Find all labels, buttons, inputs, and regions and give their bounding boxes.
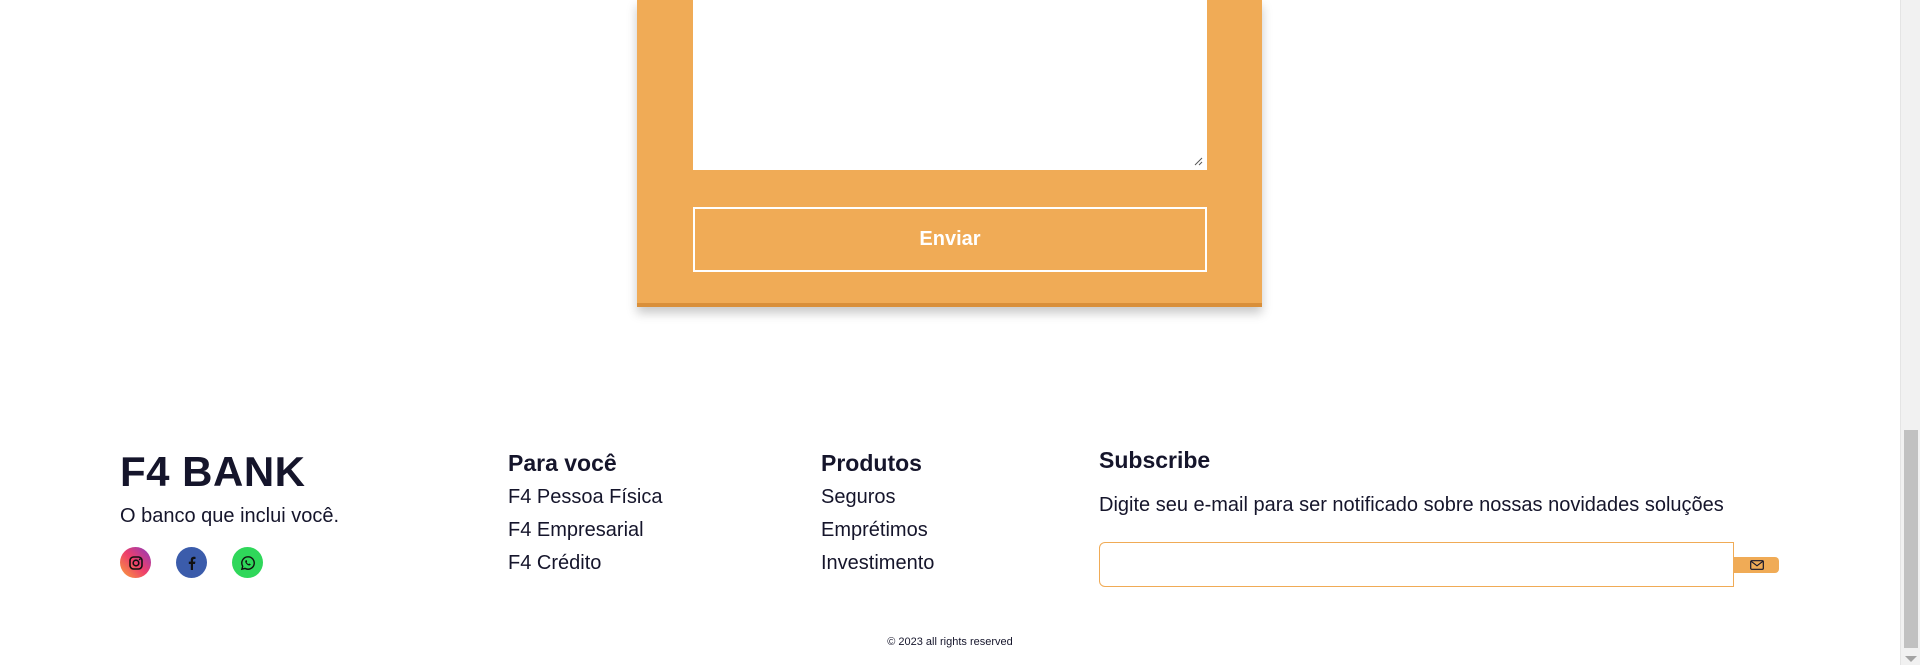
link-f4-pessoa-fisica[interactable]: F4 Pessoa Física <box>508 485 663 509</box>
scrollbar-thumb[interactable] <box>1904 430 1918 648</box>
scroll-down-icon[interactable] <box>1905 656 1917 662</box>
vertical-scrollbar[interactable] <box>1900 0 1920 665</box>
copyright: © 2023 all rights reserved <box>887 636 1013 648</box>
produtos-title: Produtos <box>821 450 922 476</box>
mail-icon <box>1749 559 1764 570</box>
link-emprestimos[interactable]: Emprétimos <box>821 518 934 542</box>
instagram-link[interactable] <box>120 547 151 578</box>
contact-form-card: Enviar <box>637 0 1262 307</box>
subscribe-text: Digite seu e-mail para ser notificado so… <box>1099 494 1724 516</box>
instagram-icon <box>128 555 143 570</box>
para-voce-column: Para você F4 Pessoa Física F4 Empresaria… <box>508 450 663 584</box>
email-input[interactable] <box>1099 542 1734 587</box>
facebook-icon <box>188 556 195 570</box>
send-button[interactable]: Enviar <box>693 207 1207 272</box>
message-textarea[interactable] <box>693 0 1207 170</box>
brand-tagline: O banco que inclui você. <box>120 505 340 527</box>
subscribe-form <box>1099 542 1779 587</box>
facebook-link[interactable] <box>176 547 207 578</box>
para-voce-title: Para você <box>508 450 617 476</box>
produtos-column: Produtos Seguros Emprétimos Investimento <box>821 450 934 584</box>
brand-title: F4 BANK <box>120 448 306 495</box>
link-f4-credito[interactable]: F4 Crédito <box>508 551 663 575</box>
social-links <box>120 547 263 578</box>
subscribe-button[interactable] <box>1734 556 1779 573</box>
subscribe-title: Subscribe <box>1099 447 1211 473</box>
resize-grip-icon[interactable] <box>1193 156 1203 166</box>
whatsapp-icon <box>240 555 255 570</box>
link-seguros[interactable]: Seguros <box>821 485 934 509</box>
link-investimento[interactable]: Investimento <box>821 551 934 575</box>
link-f4-empresarial[interactable]: F4 Empresarial <box>508 518 663 542</box>
subscribe-section: Subscribe Digite seu e-mail para ser not… <box>1099 447 1799 587</box>
whatsapp-link[interactable] <box>232 547 263 578</box>
page: Enviar F4 BANK O banco que inclui você. <box>0 0 1920 665</box>
